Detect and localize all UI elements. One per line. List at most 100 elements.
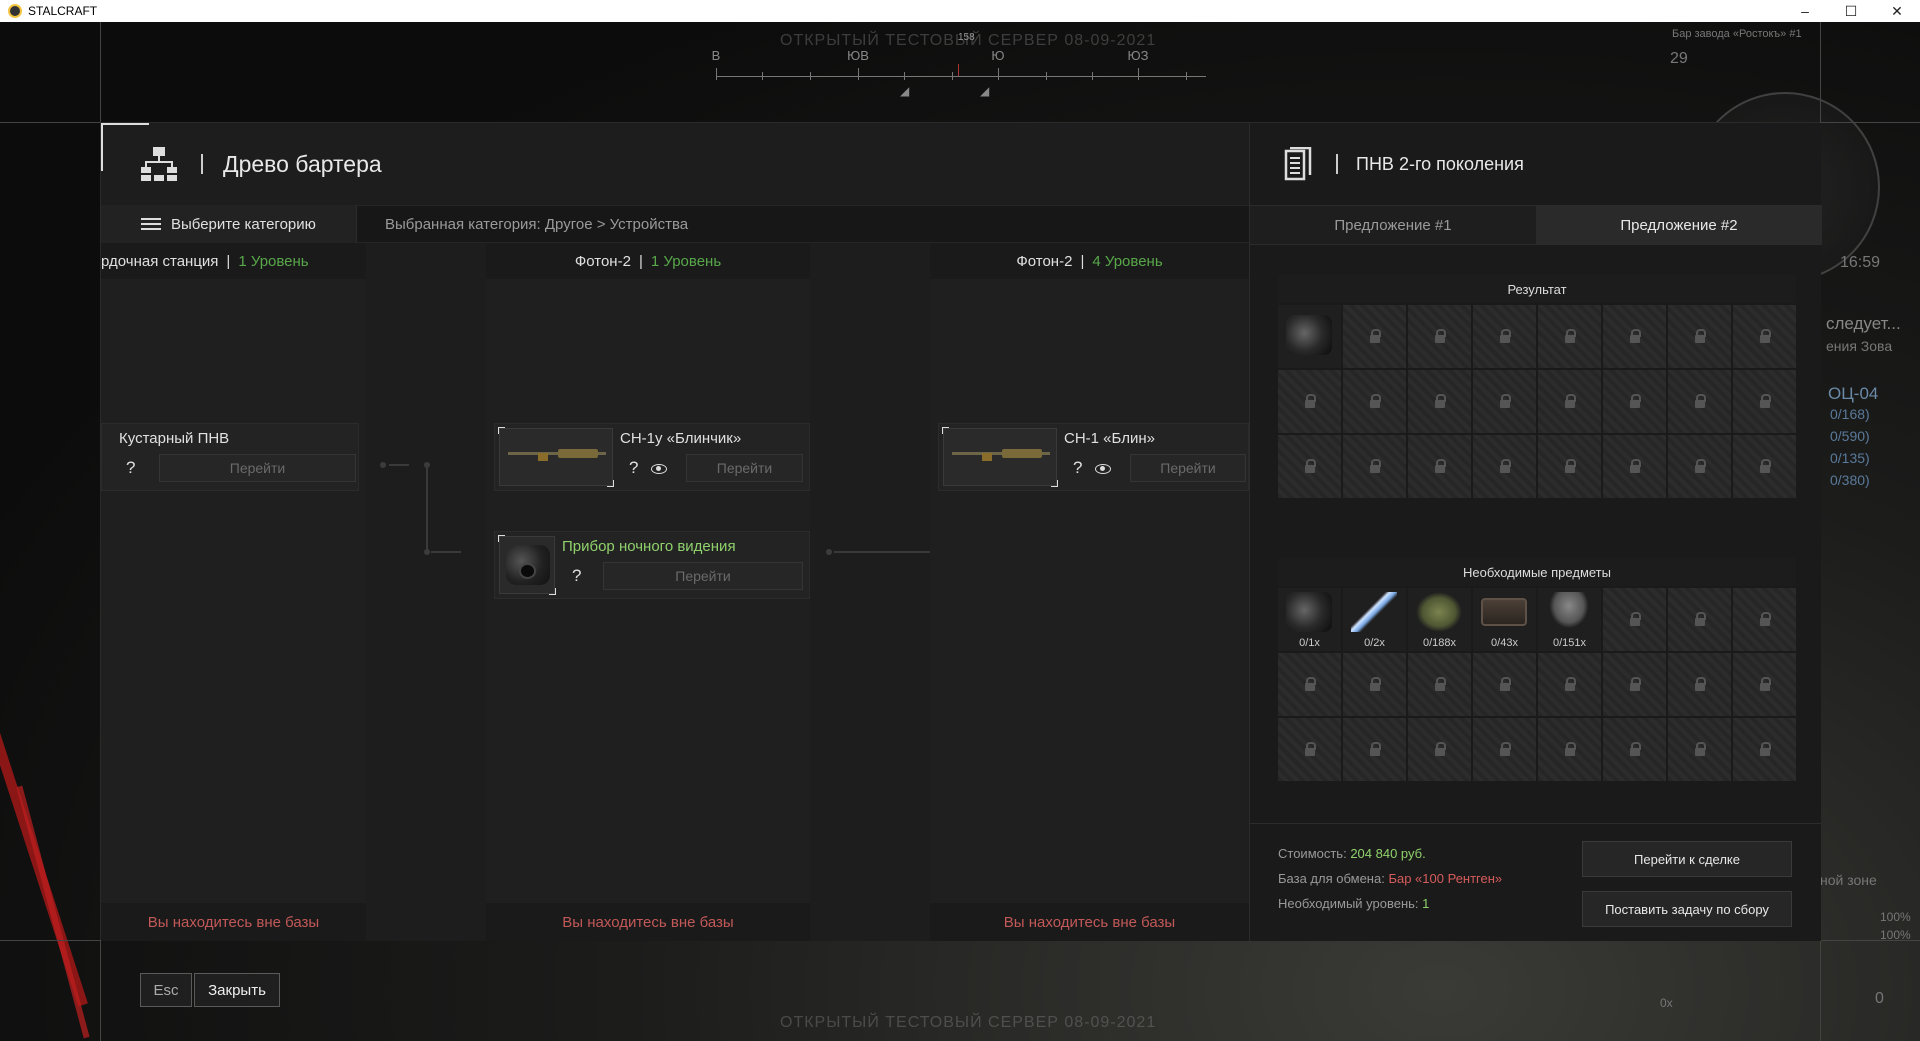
locked-slot[interactable]: [1538, 718, 1601, 781]
maximize-button[interactable]: ☐: [1828, 0, 1874, 22]
locked-slot[interactable]: [1278, 718, 1341, 781]
go-button[interactable]: Перейти: [159, 454, 356, 482]
weapon-name: ОЦ-04: [1828, 384, 1879, 403]
locked-slot[interactable]: [1733, 435, 1796, 498]
question-icon[interactable]: ?: [629, 458, 638, 478]
lock-icon: [1304, 741, 1316, 756]
eye-icon[interactable]: [651, 464, 667, 474]
locked-slot[interactable]: [1668, 653, 1731, 716]
tree-column: рдочная станция | 1 Уровень Кустарный ПН…: [101, 243, 366, 941]
tree-node-pnv: Прибор ночного видения ? Перейти: [494, 531, 810, 599]
locked-slot[interactable]: [1473, 370, 1536, 433]
lock-icon: [1629, 611, 1641, 626]
locked-slot[interactable]: [1343, 718, 1406, 781]
locked-slot[interactable]: [1603, 653, 1666, 716]
locked-slot[interactable]: [1603, 305, 1666, 368]
locked-slot[interactable]: [1278, 370, 1341, 433]
locked-slot[interactable]: [1668, 435, 1731, 498]
go-to-deal-button[interactable]: Перейти к сделке: [1582, 841, 1792, 877]
column-header-separator: |: [226, 252, 231, 270]
locked-slot[interactable]: [1733, 718, 1796, 781]
locked-slot[interactable]: [1668, 370, 1731, 433]
locked-slot[interactable]: [1733, 588, 1796, 651]
select-category-button[interactable]: Выберите категорию: [101, 205, 357, 243]
go-button[interactable]: Перейти: [686, 454, 803, 482]
lock-icon: [1499, 741, 1511, 756]
tree-column: Фотон-2 | 1 Уровень СН-1у «Блинчик» ? Пе…: [486, 243, 810, 941]
locked-slot[interactable]: [1538, 305, 1601, 368]
tree-node-sn1: СН-1 «Блин» ? Перейти: [938, 423, 1249, 491]
column-header: Фотон-2 | 4 Уровень: [930, 243, 1249, 279]
lock-icon: [1759, 676, 1771, 691]
eye-icon[interactable]: [1095, 464, 1111, 474]
close-button[interactable]: Закрыть: [194, 973, 280, 1007]
locked-slot[interactable]: [1278, 653, 1341, 716]
tab-offer-2[interactable]: Предложение #2: [1536, 205, 1822, 245]
required-item-slot[interactable]: 0/43x: [1473, 588, 1536, 651]
locked-slot[interactable]: [1603, 435, 1666, 498]
set-collect-task-button[interactable]: Поставить задачу по сбору: [1582, 891, 1792, 927]
go-button[interactable]: Перейти: [603, 562, 803, 590]
lock-icon: [1304, 458, 1316, 473]
lock-icon: [1434, 676, 1446, 691]
required-item-slot[interactable]: 0/151x: [1538, 588, 1601, 651]
lock-icon: [1304, 676, 1316, 691]
locked-slot[interactable]: [1603, 718, 1666, 781]
header-separator: [201, 154, 203, 174]
locked-slot[interactable]: [1408, 305, 1471, 368]
go-button[interactable]: Перейти: [1130, 454, 1246, 482]
rifle-icon: [508, 447, 606, 461]
required-item-slot[interactable]: 0/188x: [1408, 588, 1471, 651]
locked-slot[interactable]: [1278, 435, 1341, 498]
lock-icon: [1499, 328, 1511, 343]
minimize-button[interactable]: –: [1782, 0, 1828, 22]
question-icon[interactable]: ?: [572, 566, 581, 586]
offer-tabs: Предложение #1 Предложение #2: [1250, 205, 1822, 245]
locked-slot[interactable]: [1473, 718, 1536, 781]
locked-slot[interactable]: [1733, 305, 1796, 368]
locked-slot[interactable]: [1408, 370, 1471, 433]
locked-slot[interactable]: [1538, 435, 1601, 498]
locked-slot[interactable]: [1733, 653, 1796, 716]
offer-info: Стоимость: 204 840 руб. База для обмена:…: [1278, 841, 1502, 916]
question-icon[interactable]: ?: [126, 458, 135, 478]
close-window-button[interactable]: ✕: [1874, 0, 1920, 22]
tab-offer-1[interactable]: Предложение #1: [1250, 205, 1536, 245]
locked-slot[interactable]: [1603, 588, 1666, 651]
lock-icon: [1304, 393, 1316, 408]
quest-title: следует...: [1826, 314, 1901, 333]
result-item-slot[interactable]: [1278, 305, 1341, 368]
locked-slot[interactable]: [1343, 435, 1406, 498]
server-watermark-top: ОТКРЫТЫЙ ТЕСТОВЫЙ СЕРВЕР 08-09-2021: [780, 32, 1157, 49]
locked-slot[interactable]: [1408, 653, 1471, 716]
compass-label: В: [711, 48, 721, 63]
connector-line: [426, 465, 428, 550]
locked-slot[interactable]: [1473, 305, 1536, 368]
locked-slot[interactable]: [1538, 653, 1601, 716]
question-icon[interactable]: ?: [1073, 458, 1082, 478]
required-item-slot[interactable]: 0/1x: [1278, 588, 1341, 651]
locked-slot[interactable]: [1473, 435, 1536, 498]
required-item-slot[interactable]: 0/2x: [1343, 588, 1406, 651]
locked-slot[interactable]: [1603, 370, 1666, 433]
esc-key-hint[interactable]: Esc: [140, 973, 192, 1007]
locked-slot[interactable]: [1343, 305, 1406, 368]
lock-icon: [1759, 611, 1771, 626]
lock-icon: [1564, 676, 1576, 691]
locked-slot[interactable]: [1473, 653, 1536, 716]
locked-slot[interactable]: [1343, 370, 1406, 433]
locked-slot[interactable]: [1538, 370, 1601, 433]
locked-slot[interactable]: [1668, 588, 1731, 651]
compass-label: Ю: [991, 48, 1005, 63]
ammo-line: 0/135): [1830, 450, 1870, 466]
locked-slot[interactable]: [1408, 718, 1471, 781]
locked-slot[interactable]: [1668, 305, 1731, 368]
lock-icon: [1564, 741, 1576, 756]
locked-slot[interactable]: [1668, 718, 1731, 781]
locked-slot[interactable]: [1408, 435, 1471, 498]
window-title: STALCRAFT: [28, 4, 98, 18]
locked-slot[interactable]: [1733, 370, 1796, 433]
locked-slot[interactable]: [1343, 653, 1406, 716]
category-bar: Выберите категорию Выбранная категория: …: [101, 205, 1249, 243]
tree-column: Фотон-2 | 4 Уровень СН-1 «Блин» ? Перейт…: [930, 243, 1249, 941]
